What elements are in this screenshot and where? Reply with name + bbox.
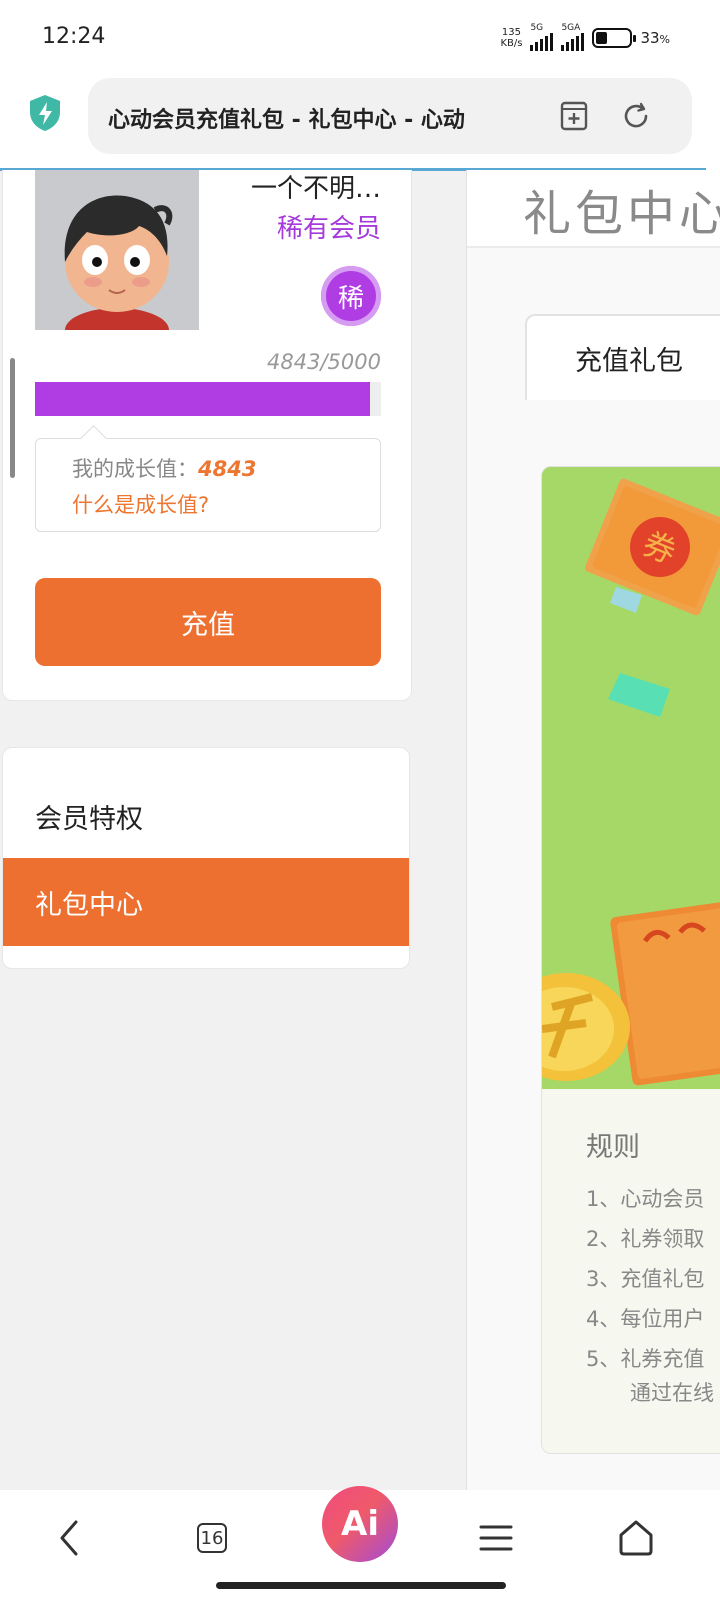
url-field[interactable]: 心动会员充值礼包 - 礼包中心 - 心动 xyxy=(88,78,692,154)
sim1-signal-icon: 5G xyxy=(530,24,554,51)
growth-progress-fill xyxy=(35,382,371,416)
rule-item: 2、礼券领取 xyxy=(586,1227,705,1251)
rules-title: 规则 xyxy=(586,1132,640,1163)
home-icon xyxy=(619,1520,653,1556)
growth-value: 4843 xyxy=(198,457,257,481)
sim2-signal-icon: 5GA xyxy=(561,24,585,51)
reload-icon[interactable] xyxy=(620,100,652,132)
level-badge: 稀 xyxy=(321,266,381,326)
menu-button[interactable] xyxy=(448,1490,544,1586)
ai-assistant-button[interactable]: Ai xyxy=(322,1486,398,1562)
tab-recharge-gift[interactable]: 充值礼包 xyxy=(525,314,720,400)
gift-banner-image: 券 xyxy=(542,467,720,1089)
home-button[interactable] xyxy=(588,1490,684,1586)
battery-percent: 33% xyxy=(640,28,670,47)
ai-assistant-icon: Ai xyxy=(341,1504,379,1544)
growth-tooltip: 我的成长值：4843 什么是成长值? xyxy=(35,438,381,532)
growth-progress-text: 4843/5000 xyxy=(267,350,381,374)
recharge-button[interactable]: 充值 xyxy=(35,578,381,666)
rules-section: 规则 1、心动会员 2、礼券领取 3、充值礼包 4、每位用户 5、礼券充值 通过… xyxy=(542,1089,720,1453)
page-title: 礼包中心 xyxy=(523,186,720,242)
browser-bottom-nav: 16 Ai xyxy=(0,1486,720,1600)
rule-item: 1、心动会员 xyxy=(586,1187,705,1211)
shield-bolt-icon[interactable] xyxy=(28,94,62,132)
gesture-bar xyxy=(216,1582,506,1589)
back-icon xyxy=(60,1520,78,1556)
avatar[interactable] xyxy=(35,170,199,330)
sidebar-item-privileges[interactable]: 会员特权 xyxy=(3,772,409,860)
sidebar-item-gift-center[interactable]: 礼包中心 xyxy=(3,858,409,946)
username: 一个不明… xyxy=(250,174,381,204)
page-tab-title[interactable]: 心动会员充值礼包 - 礼包中心 - 心动 xyxy=(108,102,548,130)
growth-label: 我的成长值： xyxy=(72,457,198,481)
battery-icon xyxy=(592,27,637,48)
add-bookmark-icon[interactable] xyxy=(558,100,590,132)
gift-panel: 券 规则 1、心动会员 2、礼券领取 3、充值礼包 4、每位用户 5、礼券充值 … xyxy=(541,466,720,1454)
menu-icon xyxy=(479,1525,513,1551)
rule-item: 通过在线 xyxy=(630,1381,714,1405)
growth-help-link[interactable]: 什么是成长值? xyxy=(72,489,209,519)
profile-card: 一个不明… 稀有会员 稀 4843/5000 我的成长值：4843 什么是成长值… xyxy=(2,170,412,701)
content-body: 充值礼包 券 规则 1、心动会员 2、礼券领取 3、充值礼包 4、每位用户 5、… xyxy=(467,248,720,1490)
tabs-button[interactable]: 16 xyxy=(164,1490,260,1586)
scrollbar-thumb[interactable] xyxy=(10,358,15,478)
status-bar: 12:24 135 KB/s 5G 5GA 33% xyxy=(0,0,720,72)
content-header: 礼包中心 xyxy=(467,170,720,248)
rule-item: 3、充值礼包 xyxy=(586,1267,705,1291)
rule-item: 4、每位用户 xyxy=(586,1307,705,1331)
growth-progress-bar xyxy=(35,382,381,416)
network-speed: 135 KB/s xyxy=(500,26,523,49)
member-level: 稀有会员 xyxy=(276,214,381,244)
status-icons: 135 KB/s 5G 5GA 33% xyxy=(500,24,670,51)
back-button[interactable] xyxy=(22,1490,118,1586)
main-content: 礼包中心 充值礼包 券 规则 1、心动会员 2、礼券领取 3、充值礼包 4、每位… xyxy=(466,170,720,1490)
tabs-icon: 16 xyxy=(197,1523,227,1553)
browser-address-bar: 心动会员充值礼包 - 礼包中心 - 心动 xyxy=(0,72,720,170)
rule-item: 5、礼券充值 xyxy=(586,1347,705,1371)
sidebar-menu: 会员特权 礼包中心 xyxy=(2,747,410,969)
status-time: 12:24 xyxy=(42,24,106,49)
